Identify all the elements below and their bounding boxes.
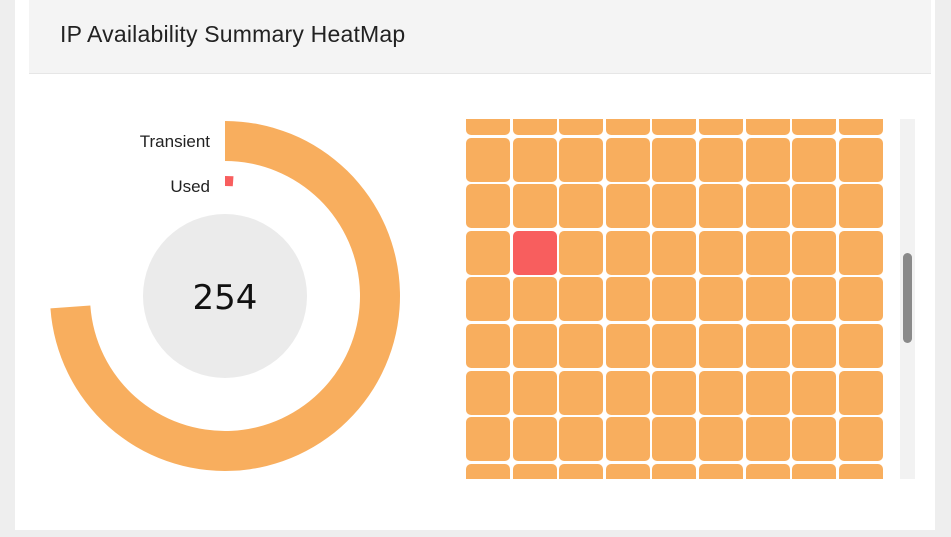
heatmap-cell[interactable] <box>838 370 883 415</box>
heatmap-cell[interactable] <box>838 230 883 275</box>
heatmap-cell[interactable] <box>466 417 510 462</box>
heatmap-cell[interactable] <box>745 417 790 462</box>
heatmap-cell[interactable] <box>652 277 697 322</box>
heatmap-cell[interactable] <box>559 230 604 275</box>
heatmap-cell[interactable] <box>838 119 883 135</box>
widget-title: IP Availability Summary HeatMap <box>60 21 406 47</box>
heatmap-cell[interactable] <box>838 277 883 322</box>
heatmap-cell[interactable] <box>745 119 790 135</box>
scrollbar-thumb[interactable] <box>903 253 912 343</box>
heatmap-cell[interactable] <box>605 463 650 479</box>
heatmap-cell[interactable] <box>512 417 557 462</box>
heatmap-cell[interactable] <box>698 184 743 229</box>
donut-svg: 254 <box>50 121 400 471</box>
heatmap-cell[interactable] <box>698 417 743 462</box>
heatmap-cell[interactable] <box>838 463 883 479</box>
heatmap-cell[interactable] <box>792 323 837 368</box>
heatmap-cell[interactable] <box>698 137 743 182</box>
heatmap-cell[interactable] <box>652 417 697 462</box>
heatmap-cell[interactable] <box>652 184 697 229</box>
heatmap-cell[interactable] <box>792 417 837 462</box>
heatmap-cell[interactable] <box>605 417 650 462</box>
heatmap-cell-used[interactable] <box>512 230 557 275</box>
heatmap-cell[interactable] <box>698 119 743 135</box>
card-header: IP Availability Summary HeatMap <box>29 0 931 74</box>
heatmap-cell[interactable] <box>745 370 790 415</box>
heatmap-cell[interactable] <box>745 184 790 229</box>
heatmap-cell[interactable] <box>652 230 697 275</box>
heatmap-cell[interactable] <box>838 323 883 368</box>
heatmap-cell[interactable] <box>652 463 697 479</box>
heatmap-cell[interactable] <box>466 323 510 368</box>
heatmap-cell[interactable] <box>838 137 883 182</box>
heatmap-scrollbar[interactable] <box>900 119 915 479</box>
heatmap-cell[interactable] <box>512 184 557 229</box>
heatmap-cell[interactable] <box>605 119 650 135</box>
heatmap-cell[interactable] <box>512 137 557 182</box>
heatmap-grid-inner <box>466 119 883 479</box>
heatmap-cell[interactable] <box>605 137 650 182</box>
heatmap-cell[interactable] <box>698 370 743 415</box>
heatmap-cell[interactable] <box>745 137 790 182</box>
heatmap-cell[interactable] <box>792 370 837 415</box>
heatmap-cell[interactable] <box>466 119 510 135</box>
heatmap-cell[interactable] <box>698 230 743 275</box>
heatmap-cell[interactable] <box>559 463 604 479</box>
heatmap-cell[interactable] <box>792 119 837 135</box>
heatmap-cell[interactable] <box>512 323 557 368</box>
heatmap-cell[interactable] <box>605 184 650 229</box>
heatmap-cell[interactable] <box>838 184 883 229</box>
heatmap-cell[interactable] <box>605 277 650 322</box>
heatmap-cell[interactable] <box>559 137 604 182</box>
heatmap-cell[interactable] <box>745 277 790 322</box>
heatmap-cell[interactable] <box>698 277 743 322</box>
heatmap-cell[interactable] <box>559 370 604 415</box>
heatmap-cell[interactable] <box>792 230 837 275</box>
heatmap-cell[interactable] <box>466 137 510 182</box>
heatmap-cell[interactable] <box>745 230 790 275</box>
heatmap-cell[interactable] <box>652 137 697 182</box>
heatmap-cell[interactable] <box>512 119 557 135</box>
heatmap-cell[interactable] <box>652 323 697 368</box>
donut-ring-used[interactable] <box>225 176 234 187</box>
donut-total-value: 254 <box>193 278 258 318</box>
heatmap-cell[interactable] <box>559 417 604 462</box>
heatmap-cell[interactable] <box>559 323 604 368</box>
heatmap-cell[interactable] <box>745 323 790 368</box>
heatmap-cell[interactable] <box>792 184 837 229</box>
heatmap-cell[interactable] <box>512 277 557 322</box>
heatmap-cell[interactable] <box>512 370 557 415</box>
heatmap-cell[interactable] <box>745 463 790 479</box>
heatmap-cell[interactable] <box>698 323 743 368</box>
heatmap-cell[interactable] <box>466 463 510 479</box>
donut-chart: 254 Transient Used <box>40 110 420 490</box>
heatmap-cell[interactable] <box>698 463 743 479</box>
heatmap-cell[interactable] <box>605 370 650 415</box>
heatmap-cell[interactable] <box>466 230 510 275</box>
heatmap-grid[interactable] <box>466 119 884 479</box>
legend-label-used: Used <box>170 177 210 196</box>
heatmap-cell[interactable] <box>652 119 697 135</box>
legend-label-transient: Transient <box>139 132 210 151</box>
heatmap-cell[interactable] <box>512 463 557 479</box>
heatmap-cell[interactable] <box>559 277 604 322</box>
heatmap-cell[interactable] <box>559 119 604 135</box>
heatmap-cell[interactable] <box>466 370 510 415</box>
heatmap-cell[interactable] <box>605 230 650 275</box>
heatmap-cell[interactable] <box>792 137 837 182</box>
heatmap-cell[interactable] <box>792 463 837 479</box>
heatmap-cell[interactable] <box>466 277 510 322</box>
heatmap-cell[interactable] <box>559 184 604 229</box>
heatmap-cell[interactable] <box>605 323 650 368</box>
heatmap-cell[interactable] <box>466 184 510 229</box>
heatmap-cell[interactable] <box>652 370 697 415</box>
heatmap-cell[interactable] <box>838 417 883 462</box>
heatmap-cell[interactable] <box>792 277 837 322</box>
